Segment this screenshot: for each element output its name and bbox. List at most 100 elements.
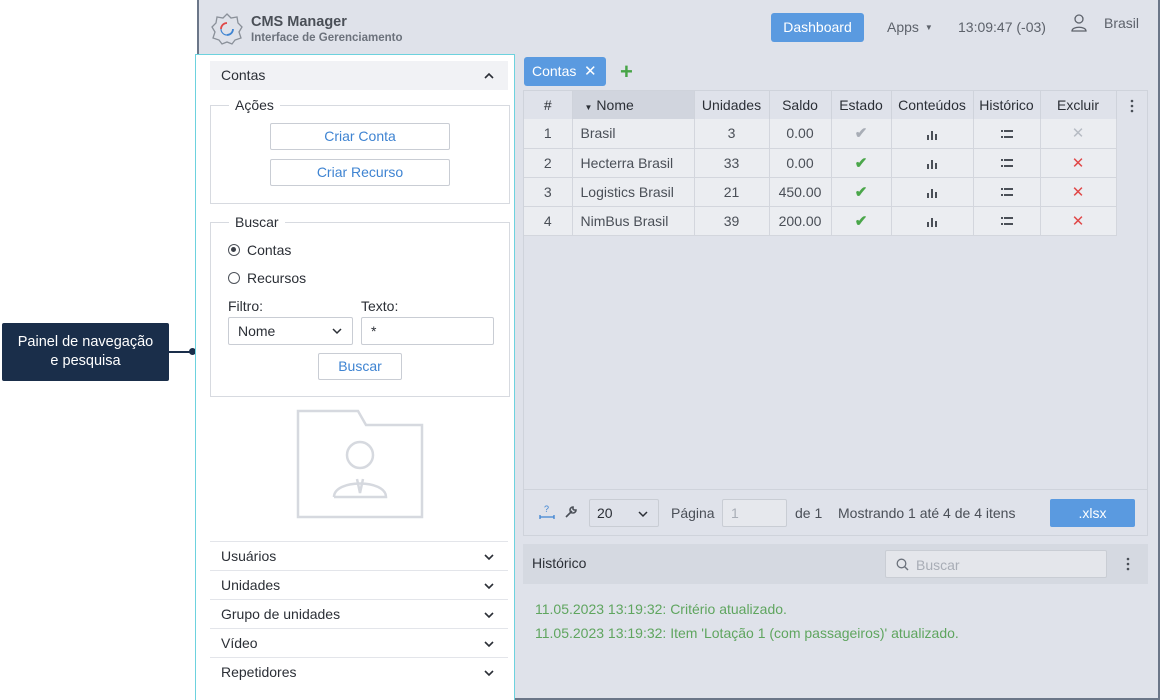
app-title: CMS Manager	[251, 14, 347, 30]
col-name[interactable]: ▼ Nome	[572, 91, 695, 119]
chart-bars-icon[interactable]	[927, 130, 937, 140]
radio-accounts[interactable]	[228, 244, 240, 256]
section-header-contas[interactable]: Contas	[210, 61, 508, 90]
col-delete[interactable]: Excluir	[1040, 91, 1117, 119]
row-contents[interactable]	[891, 119, 974, 149]
check-icon: ✔	[854, 183, 868, 201]
list-icon[interactable]	[1000, 130, 1013, 139]
row-delete[interactable]: ✕	[1040, 177, 1117, 207]
accordion-video[interactable]: Vídeo	[210, 628, 508, 657]
row-units: 21	[694, 177, 770, 207]
table-row[interactable]: 2 Hecterra Brasil 33 0.00 ✔ ✕	[524, 148, 1117, 178]
row-delete[interactable]: ✕	[1040, 206, 1117, 236]
close-icon[interactable]: ✕	[584, 57, 597, 86]
row-units: 39	[694, 206, 770, 236]
table-row[interactable]: 4 NimBus Brasil 39 200.00 ✔ ✕	[524, 206, 1117, 236]
row-number: 2	[524, 148, 573, 178]
row-contents[interactable]	[891, 148, 974, 178]
delete-icon[interactable]: ✕	[1072, 155, 1085, 172]
search-group: Buscar Contas Recursos Filtro: Texto: No…	[210, 214, 510, 397]
user-icon[interactable]	[1071, 14, 1087, 32]
table-row[interactable]: 1 Brasil 3 0.00 ✔ ✕	[524, 119, 1117, 149]
radio-resources[interactable]	[228, 272, 240, 284]
add-tab-icon[interactable]: +	[620, 57, 633, 86]
accordion-video-label: Vídeo	[221, 635, 258, 651]
apps-label: Apps	[887, 19, 919, 35]
row-history[interactable]	[973, 119, 1041, 149]
header: CMS Manager Interface de Gerenciamento D…	[199, 0, 1158, 54]
search-button[interactable]: Buscar	[318, 353, 402, 380]
page-size-select[interactable]: 20	[589, 499, 659, 527]
create-account-button[interactable]: Criar Conta	[270, 123, 450, 150]
row-name[interactable]: Brasil	[572, 119, 695, 149]
filter-value: Nome	[238, 323, 276, 339]
accordion-units[interactable]: Unidades	[210, 570, 508, 599]
more-vertical-icon[interactable]	[1130, 99, 1134, 113]
apps-menu[interactable]: Apps ▼	[887, 19, 933, 35]
col-state[interactable]: Estado	[831, 91, 892, 119]
chart-bars-icon[interactable]	[927, 159, 937, 169]
history-title: Histórico	[532, 555, 587, 571]
export-xlsx-button[interactable]: .xlsx	[1050, 499, 1135, 527]
delete-icon[interactable]: ✕	[1072, 213, 1085, 230]
search-text-input[interactable]: *	[361, 317, 494, 345]
resize-columns-icon[interactable]: ?	[539, 504, 555, 520]
chart-bars-icon[interactable]	[927, 217, 937, 227]
accordion-unit-groups-label: Grupo de unidades	[221, 606, 341, 622]
accordion-units-label: Unidades	[221, 577, 281, 593]
row-balance: 200.00	[769, 206, 832, 236]
chart-bars-icon[interactable]	[927, 188, 937, 198]
radio-resources-label[interactable]: Recursos	[247, 270, 306, 286]
account-folder-icon	[296, 409, 424, 519]
row-delete[interactable]: ✕	[1040, 148, 1117, 178]
list-icon[interactable]	[1000, 159, 1013, 168]
row-contents[interactable]	[891, 206, 974, 236]
radio-accounts-label[interactable]: Contas	[247, 242, 291, 258]
page-input[interactable]: 1	[722, 499, 787, 527]
col-balance[interactable]: Saldo	[769, 91, 832, 119]
row-units: 33	[694, 148, 770, 178]
create-resource-button[interactable]: Criar Recurso	[270, 159, 450, 186]
wrench-icon[interactable]	[564, 505, 578, 519]
delete-icon[interactable]: ✕	[1072, 184, 1085, 201]
row-history[interactable]	[973, 148, 1041, 178]
history-entry: 11.05.2023 13:19:32: Item 'Lotação 1 (co…	[535, 625, 959, 641]
row-balance: 0.00	[769, 148, 832, 178]
row-delete[interactable]: ✕	[1040, 119, 1117, 149]
chevron-down-icon	[484, 583, 494, 590]
annotation-line2: e pesquisa	[50, 353, 121, 369]
delete-icon[interactable]: ✕	[1072, 125, 1085, 142]
dashboard-button[interactable]: Dashboard	[771, 13, 864, 42]
col-history[interactable]: Histórico	[973, 91, 1041, 119]
row-history[interactable]	[973, 206, 1041, 236]
more-vertical-icon[interactable]	[1126, 557, 1130, 571]
accordion-users[interactable]: Usuários	[210, 541, 508, 570]
check-icon: ✔	[854, 125, 868, 143]
table-row[interactable]: 3 Logistics Brasil 21 450.00 ✔ ✕	[524, 177, 1117, 207]
accordion-repeaters[interactable]: Repetidores	[210, 657, 508, 686]
row-state: ✔	[831, 148, 892, 178]
row-name[interactable]: NimBus Brasil	[572, 206, 695, 236]
list-icon[interactable]	[1000, 217, 1013, 226]
search-legend: Buscar	[229, 214, 285, 230]
col-contents[interactable]: Conteúdos	[891, 91, 974, 119]
filter-label: Filtro:	[228, 298, 263, 314]
list-icon[interactable]	[1000, 188, 1013, 197]
text-label: Texto:	[361, 298, 399, 314]
filter-select[interactable]: Nome	[228, 317, 353, 345]
row-units: 3	[694, 119, 770, 149]
svg-text:?: ?	[544, 504, 549, 514]
row-contents[interactable]	[891, 177, 974, 207]
row-history[interactable]	[973, 177, 1041, 207]
row-name[interactable]: Hecterra Brasil	[572, 148, 695, 178]
col-number[interactable]: #	[524, 91, 573, 119]
tab-contas[interactable]: Contas ✕	[524, 57, 606, 86]
page-label: Página	[671, 505, 715, 521]
user-name[interactable]: Brasil	[1104, 15, 1139, 31]
col-units[interactable]: Unidades	[694, 91, 770, 119]
row-name[interactable]: Logistics Brasil	[572, 177, 695, 207]
history-search-input[interactable]: Buscar	[885, 550, 1107, 578]
accordion-unit-groups[interactable]: Grupo de unidades	[210, 599, 508, 628]
actions-legend: Ações	[229, 97, 280, 113]
row-number: 4	[524, 206, 573, 236]
